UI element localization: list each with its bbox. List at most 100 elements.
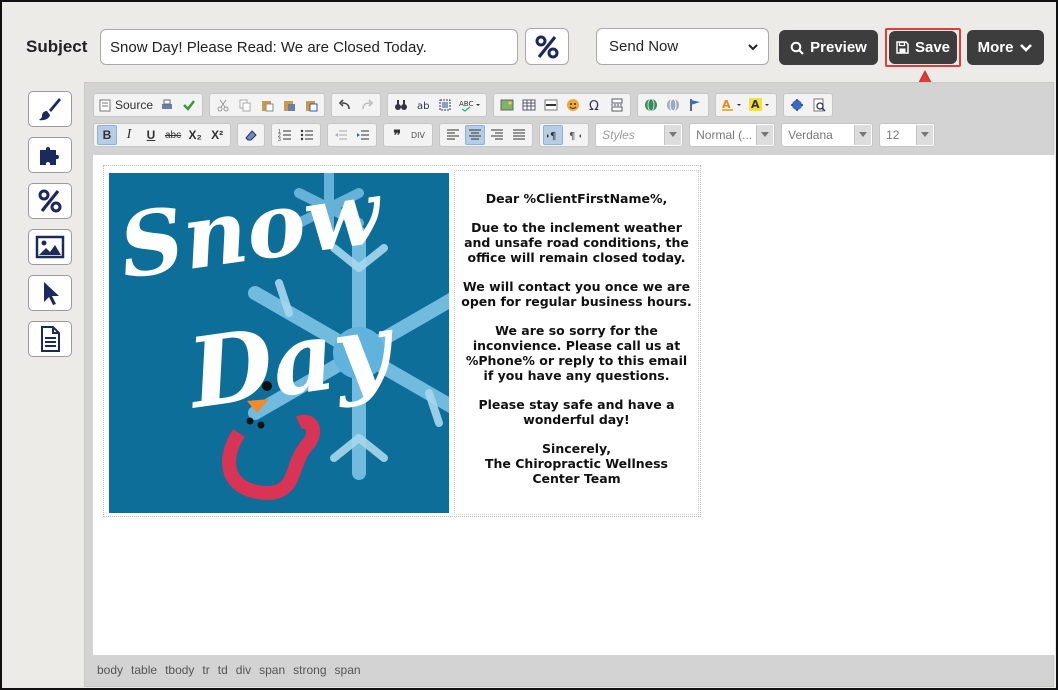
print-button[interactable]	[157, 95, 177, 115]
toolbar-group-links	[637, 93, 710, 117]
toolbar-group-blocks: ❞ DIV	[383, 123, 434, 147]
spell-check-dropdown[interactable]: ABC	[457, 95, 483, 115]
bulleted-list-button[interactable]	[297, 125, 317, 145]
save-button[interactable]: Save	[889, 31, 957, 64]
merge-fields-tool-button[interactable]	[28, 183, 72, 219]
align-center-button[interactable]	[465, 125, 486, 145]
font-size-dropdown[interactable]: 12	[879, 123, 936, 147]
send-schedule-select[interactable]: Send Now	[596, 28, 769, 65]
font-dropdown[interactable]: Verdana	[781, 123, 874, 147]
email-text-cell[interactable]: Dear %ClientFirstName%, Due to the incle…	[454, 170, 699, 515]
path-item[interactable]: strong	[293, 663, 326, 677]
image-icon	[500, 99, 514, 111]
insert-merge-field-button[interactable]	[525, 28, 569, 65]
paste-button[interactable]	[257, 95, 277, 115]
anchor-button[interactable]	[685, 95, 705, 115]
subject-input[interactable]: Snow Day! Please Read: We are Closed Tod…	[100, 29, 518, 65]
align-right-button[interactable]	[487, 125, 507, 145]
insert-table-button[interactable]	[519, 95, 539, 115]
svg-text:¶: ¶	[569, 131, 575, 142]
replace-button[interactable]: ab	[413, 95, 433, 115]
more-label: More	[977, 39, 1014, 56]
rtl-button[interactable]: ¶	[565, 125, 585, 145]
smiley-button[interactable]	[563, 95, 583, 115]
puzzle-piece-icon	[40, 147, 59, 165]
template-tool-button[interactable]	[28, 321, 72, 357]
toolbar-row-2: B I U abc X₂ X² 123 ❞ DIV ¶ ¶ Styles Nor…	[93, 123, 941, 147]
styles-dropdown[interactable]: Styles	[595, 123, 684, 147]
paste-text-button[interactable]	[279, 95, 299, 115]
editor-content-area[interactable]: Snow Day Dear %ClientFirstName%, Due to …	[93, 155, 1055, 655]
subscript-button[interactable]: X₂	[185, 125, 205, 145]
globe-link-icon	[645, 98, 658, 112]
maximize-button[interactable]	[787, 95, 807, 115]
eraser-icon	[245, 130, 257, 141]
floppy-disk-icon	[896, 41, 909, 54]
indent-icon	[357, 130, 370, 140]
path-item[interactable]: table	[131, 663, 157, 677]
copy-icon	[239, 99, 251, 112]
insert-image-button[interactable]	[497, 95, 517, 115]
horizontal-rule-button[interactable]	[541, 95, 561, 115]
unlink-button[interactable]	[663, 95, 683, 115]
toolbar-group-colors: A A	[715, 93, 778, 117]
path-item[interactable]: tr	[202, 663, 209, 677]
bold-button[interactable]: B	[97, 125, 117, 145]
design-tool-button[interactable]	[28, 91, 72, 127]
copy-button[interactable]	[235, 95, 255, 115]
path-item[interactable]: tbody	[165, 663, 194, 677]
undo-button[interactable]	[335, 95, 355, 115]
printer-icon	[162, 99, 173, 109]
create-div-button[interactable]: DIV	[409, 125, 429, 145]
italic-button[interactable]: I	[119, 125, 139, 145]
preview-button[interactable]: Preview	[779, 30, 878, 65]
format-dropdown[interactable]: Normal (...	[689, 123, 776, 147]
svg-text:A: A	[751, 98, 760, 111]
ltr-button[interactable]: ¶	[543, 125, 564, 145]
more-button[interactable]: More	[967, 30, 1044, 65]
remove-format-button[interactable]	[241, 125, 261, 145]
outdent-button[interactable]	[331, 125, 351, 145]
text-color-button[interactable]: A	[719, 95, 745, 115]
chevron-down-icon	[664, 125, 682, 145]
superscript-button[interactable]: X²	[207, 125, 227, 145]
toolbar-group-cleanup	[237, 123, 266, 147]
redo-icon	[362, 99, 374, 110]
path-item[interactable]: span	[335, 663, 361, 677]
undo-icon	[338, 99, 350, 110]
snow-day-image[interactable]: Snow Day	[109, 173, 449, 513]
path-item[interactable]: body	[97, 663, 123, 677]
indent-button[interactable]	[353, 125, 373, 145]
path-item[interactable]: td	[218, 663, 228, 677]
link-button[interactable]	[641, 95, 661, 115]
background-color-button[interactable]: A	[747, 95, 773, 115]
horizontal-line-icon	[544, 99, 558, 111]
blockquote-button[interactable]: ❞	[387, 125, 407, 145]
spellcheck-button[interactable]	[179, 95, 199, 115]
paste-word-button[interactable]	[301, 95, 321, 115]
path-item[interactable]: div	[236, 663, 251, 677]
strikethrough-button[interactable]: abc	[163, 125, 183, 145]
justify-button[interactable]	[509, 125, 529, 145]
cut-button[interactable]	[213, 95, 233, 115]
clipboard-text-icon	[284, 101, 296, 111]
preview-doc-button[interactable]	[809, 95, 829, 115]
email-paragraph-1: Due to the inclement weather and unsafe …	[464, 220, 689, 265]
find-button[interactable]	[391, 95, 411, 115]
page-break-button[interactable]	[607, 95, 627, 115]
underline-button[interactable]: U	[141, 125, 161, 145]
image-tool-button[interactable]	[28, 229, 72, 265]
special-char-button[interactable]: Ω	[585, 95, 605, 115]
numbered-list-button[interactable]: 123	[275, 125, 295, 145]
source-button[interactable]: Source	[97, 95, 155, 115]
select-all-button[interactable]	[435, 95, 455, 115]
toolbar-group-align	[439, 123, 534, 147]
select-tool-button[interactable]	[28, 275, 72, 311]
search-icon	[790, 41, 804, 55]
redo-button[interactable]	[357, 95, 377, 115]
align-left-button[interactable]	[443, 125, 463, 145]
align-center-icon	[469, 129, 482, 140]
path-item[interactable]: span	[259, 663, 285, 677]
components-tool-button[interactable]	[28, 137, 72, 173]
font-dropdown-value: Verdana	[788, 128, 833, 142]
